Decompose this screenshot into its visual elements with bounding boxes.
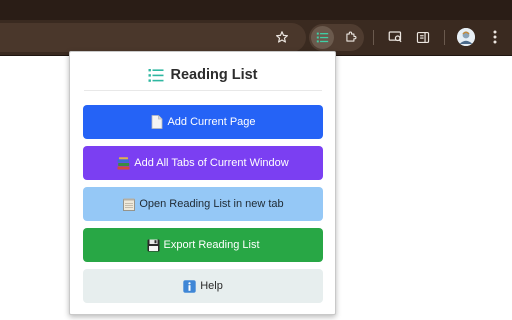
popup-header: Reading List — [84, 60, 322, 91]
add-all-tabs-label: Add All Tabs of Current Window — [134, 157, 289, 169]
popup-title: Reading List — [170, 67, 258, 83]
export-reading-list-label: Export Reading List — [163, 239, 260, 251]
toolbar-separator — [444, 30, 445, 45]
tab-strip — [0, 0, 512, 20]
toolbar-separator — [373, 30, 374, 45]
help-button[interactable]: Help — [83, 269, 323, 303]
open-reading-list-button[interactable]: Open Reading List in new tab — [83, 187, 323, 221]
help-label: Help — [200, 280, 223, 292]
browser-window: Reading List Add Current Page Add All Ta… — [0, 0, 512, 320]
info-icon — [183, 279, 196, 293]
address-bar[interactable] — [0, 23, 306, 52]
reading-list-popup: Reading List Add Current Page Add All Ta… — [69, 51, 336, 315]
export-reading-list-button[interactable]: Export Reading List — [83, 228, 323, 262]
reading-list-extension-icon[interactable] — [311, 26, 334, 49]
notepad-icon — [122, 198, 135, 211]
star-icon[interactable] — [269, 24, 295, 50]
more-menu-icon[interactable] — [482, 24, 508, 50]
add-all-tabs-button[interactable]: Add All Tabs of Current Window — [83, 146, 323, 180]
add-current-page-button[interactable]: Add Current Page — [83, 105, 323, 139]
side-panel-icon[interactable] — [410, 24, 436, 50]
add-current-page-label: Add Current Page — [167, 116, 256, 128]
profile-avatar[interactable] — [457, 28, 475, 46]
floppy-disk-icon — [147, 239, 160, 252]
media-controls-icon[interactable] — [382, 24, 408, 50]
document-icon — [150, 115, 163, 129]
list-icon — [148, 68, 164, 83]
extensions-puzzle-icon[interactable] — [338, 24, 364, 50]
open-reading-list-label: Open Reading List in new tab — [139, 198, 284, 210]
books-icon — [117, 156, 130, 170]
